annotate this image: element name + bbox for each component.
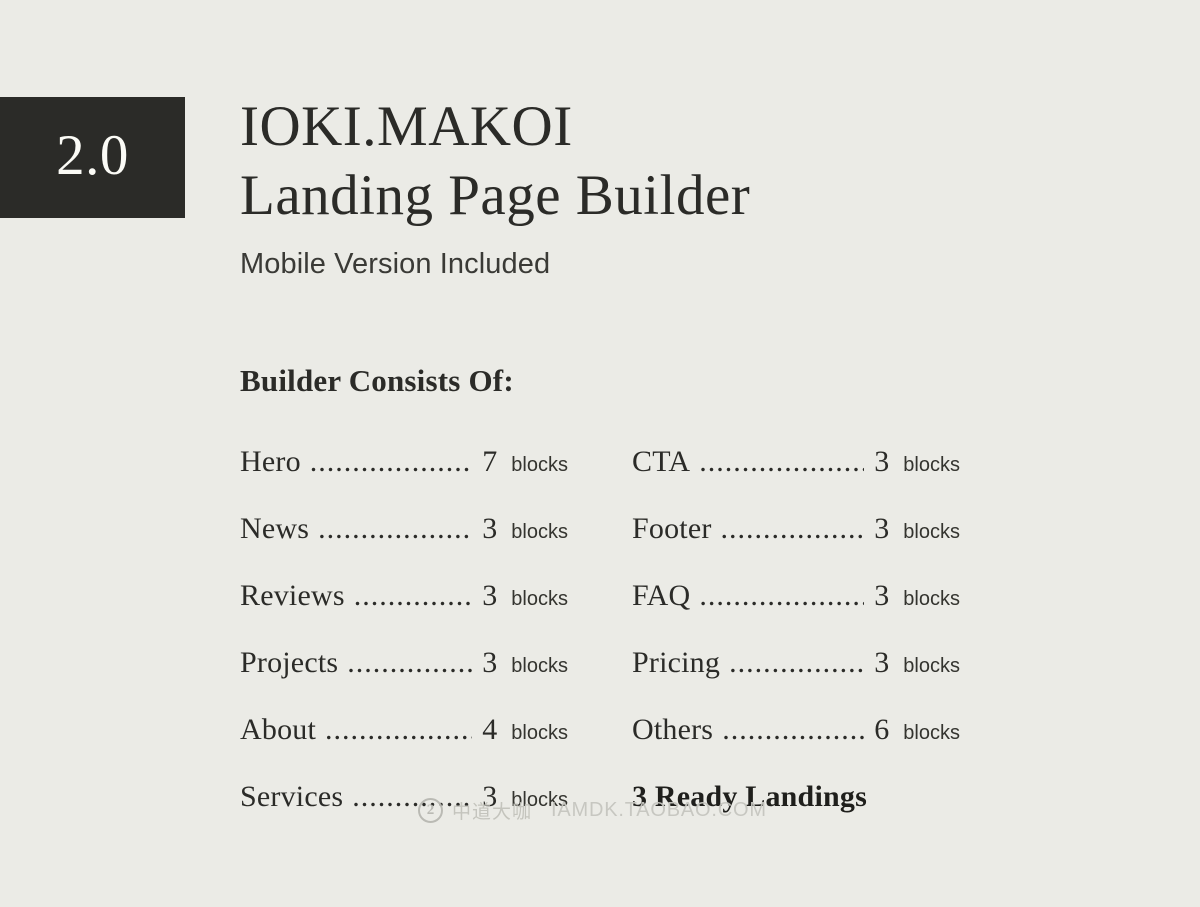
block-count: 3 — [874, 579, 890, 612]
block-label: FAQ — [632, 579, 691, 612]
block-unit: blocks — [511, 454, 568, 476]
block-unit: blocks — [511, 521, 568, 543]
block-count: 3 — [482, 512, 498, 545]
dot-leader: ........................................… — [352, 780, 472, 813]
block-count: 3 — [874, 512, 890, 545]
dot-leader: ........................................… — [318, 512, 472, 545]
block-counts-left-column: Hero ...................................… — [240, 445, 568, 847]
block-unit: blocks — [511, 722, 568, 744]
block-label: Projects — [240, 646, 339, 679]
block-label: Others — [632, 713, 714, 746]
block-label: Services — [240, 780, 344, 813]
version-badge: 2.0 — [0, 97, 185, 218]
product-name: Landing Page Builder — [240, 164, 751, 227]
ready-landings-note: 3 Ready Landings — [632, 780, 867, 813]
dot-leader: ........................................… — [722, 713, 865, 746]
subtitle: Mobile Version Included — [240, 248, 551, 280]
dot-leader: ........................................… — [309, 445, 473, 478]
block-unit: blocks — [511, 655, 568, 677]
block-label: About — [240, 713, 316, 746]
block-count: 3 — [874, 646, 890, 679]
block-unit: blocks — [903, 521, 960, 543]
dot-leader: ........................................… — [325, 713, 472, 746]
poster-canvas: 2.0 IOKI.MAKOI Landing Page Builder Mobi… — [0, 0, 1200, 907]
dot-leader: ........................................… — [347, 646, 472, 679]
block-unit: blocks — [903, 588, 960, 610]
block-unit: blocks — [511, 588, 568, 610]
list-item: About ..................................… — [240, 713, 568, 780]
dot-leader: ........................................… — [699, 579, 864, 612]
block-unit: blocks — [903, 454, 960, 476]
block-unit: blocks — [903, 655, 960, 677]
header: IOKI.MAKOI Landing Page Builder Mobile V… — [240, 92, 1170, 281]
dot-leader: ........................................… — [729, 646, 865, 679]
page-title: IOKI.MAKOI Landing Page Builder — [240, 92, 1170, 230]
block-count: 6 — [874, 713, 890, 746]
block-count: 4 — [482, 713, 498, 746]
list-item: News ...................................… — [240, 512, 568, 579]
list-item: Hero ...................................… — [240, 445, 568, 512]
dot-leader: ........................................… — [699, 445, 864, 478]
block-label: News — [240, 512, 310, 545]
block-count: 7 — [482, 445, 498, 478]
brand-name: IOKI.MAKOI — [240, 95, 573, 158]
list-item: Projects ...............................… — [240, 646, 568, 713]
block-unit: blocks — [511, 789, 568, 811]
section-heading: Builder Consists Of: — [240, 363, 514, 398]
block-counts: Hero ...................................… — [240, 445, 960, 847]
block-count: 3 — [482, 780, 498, 813]
block-count: 3 — [482, 646, 498, 679]
list-item: Reviews ................................… — [240, 579, 568, 646]
list-item: FAQ ....................................… — [632, 579, 960, 646]
block-label: Pricing — [632, 646, 721, 679]
version-badge-label: 2.0 — [56, 124, 129, 187]
list-item: Services ...............................… — [240, 780, 568, 847]
block-label: Reviews — [240, 579, 345, 612]
dot-leader: ........................................… — [353, 579, 473, 612]
block-label: CTA — [632, 445, 691, 478]
dot-leader: ........................................… — [720, 512, 865, 545]
list-item: Others .................................… — [632, 713, 960, 780]
block-unit: blocks — [903, 722, 960, 744]
block-count: 3 — [482, 579, 498, 612]
block-label: Footer — [632, 512, 712, 545]
list-item: Pricing ................................… — [632, 646, 960, 713]
block-label: Hero — [240, 445, 301, 478]
list-item: CTA ....................................… — [632, 445, 960, 512]
block-counts-right-column: CTA ....................................… — [632, 445, 960, 847]
block-count: 3 — [874, 445, 890, 478]
list-item: Footer .................................… — [632, 512, 960, 579]
